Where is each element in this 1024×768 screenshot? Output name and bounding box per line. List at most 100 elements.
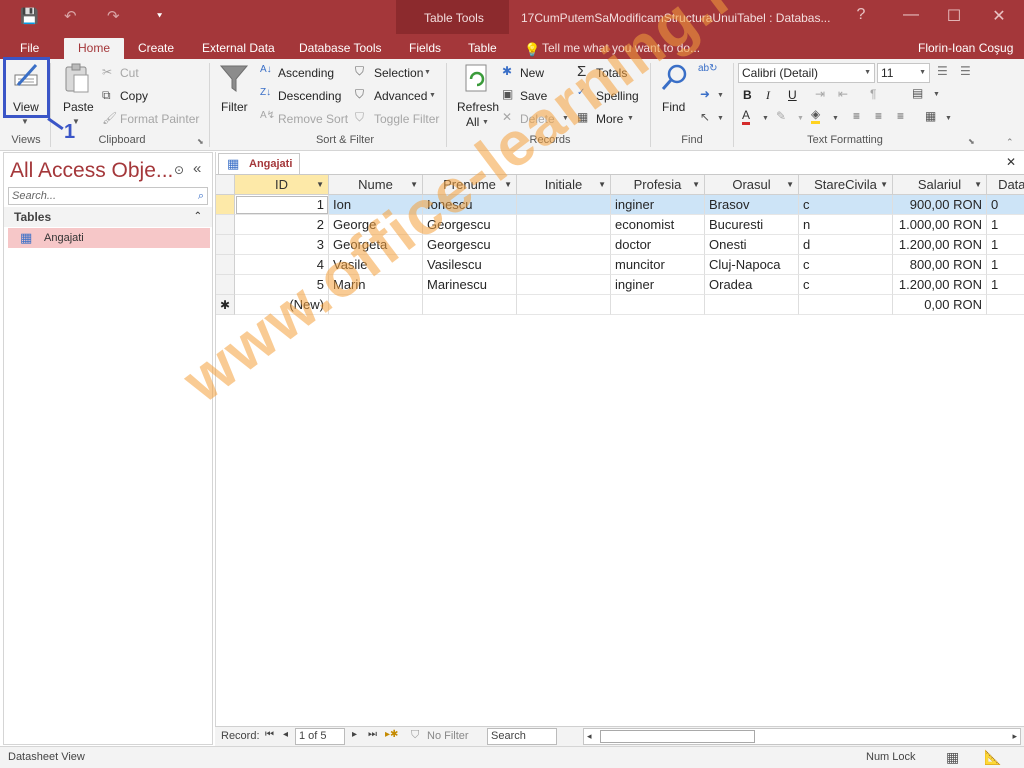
row-selector[interactable] bbox=[216, 215, 235, 235]
table-cell[interactable] bbox=[517, 255, 611, 275]
cut-button[interactable]: Cut bbox=[120, 66, 139, 80]
table-cell[interactable]: Vasilescu bbox=[423, 255, 517, 275]
chevron-down-icon[interactable]: ▼ bbox=[717, 115, 724, 122]
toggle-filter-icon[interactable]: ⛉ bbox=[355, 110, 364, 125]
nav-pane-menu-icon[interactable]: ⊙ bbox=[174, 163, 184, 177]
alternate-row-color-icon[interactable]: ▦ bbox=[925, 109, 936, 123]
table-cell[interactable]: 1 bbox=[987, 255, 1024, 275]
table-cell[interactable] bbox=[517, 275, 611, 295]
column-header[interactable]: Orasul ▼ bbox=[705, 175, 799, 195]
new-row-cell[interactable] bbox=[423, 295, 517, 315]
column-dropdown-icon[interactable]: ▼ bbox=[598, 175, 606, 194]
nav-search-input[interactable]: Search... ⌕ bbox=[8, 187, 208, 205]
close-window-button[interactable]: ✕ bbox=[984, 6, 1014, 26]
ascending-button[interactable]: Ascending bbox=[278, 66, 334, 80]
dialog-launcher-icon[interactable]: ⬊ bbox=[968, 137, 975, 146]
bold-button[interactable]: B bbox=[743, 88, 752, 102]
table-cell[interactable]: 0 bbox=[987, 195, 1024, 215]
advanced-button[interactable]: Advanced bbox=[374, 89, 427, 103]
chevron-down-icon[interactable]: ▼ bbox=[762, 115, 769, 122]
align-left-icon[interactable]: ≡ bbox=[853, 109, 860, 123]
font-name-select[interactable]: Calibri (Detail) ▼ bbox=[738, 63, 875, 83]
decrease-indent-icon[interactable]: ⇤ bbox=[838, 87, 848, 101]
toggle-filter-button[interactable]: Toggle Filter bbox=[374, 112, 439, 126]
underline-button[interactable]: U bbox=[788, 88, 797, 102]
column-dropdown-icon[interactable]: ▼ bbox=[692, 175, 700, 194]
table-cell[interactable]: Brasov bbox=[705, 195, 799, 215]
customize-qat-icon[interactable]: ⯆ bbox=[156, 11, 163, 22]
table-cell[interactable]: 1 bbox=[987, 215, 1024, 235]
chevron-down-icon[interactable]: ▼ bbox=[933, 91, 940, 98]
sort-ascending-icon[interactable]: A↓ bbox=[260, 64, 272, 75]
descending-button[interactable]: Descending bbox=[278, 89, 341, 103]
new-row-cell[interactable] bbox=[799, 295, 893, 315]
table-cell[interactable] bbox=[517, 195, 611, 215]
nav-item-angajati[interactable]: ▦ Angajati bbox=[8, 228, 210, 248]
remove-sort-button[interactable]: Remove Sort bbox=[278, 112, 348, 126]
paste-button[interactable]: Paste bbox=[63, 100, 94, 114]
cut-icon[interactable]: ✂ bbox=[102, 65, 112, 79]
new-row-cell[interactable] bbox=[611, 295, 705, 315]
scrollbar-thumb[interactable] bbox=[600, 730, 755, 743]
table-cell[interactable] bbox=[517, 235, 611, 255]
tab-external-data[interactable]: External Data bbox=[192, 38, 285, 59]
column-dropdown-icon[interactable]: ▼ bbox=[316, 175, 324, 194]
new-row-cell[interactable] bbox=[705, 295, 799, 315]
table-cell[interactable]: inginer bbox=[611, 275, 705, 295]
new-blank-record-icon[interactable]: ▸✱ bbox=[385, 729, 398, 740]
column-dropdown-icon[interactable]: ▼ bbox=[974, 175, 982, 194]
new-record-icon[interactable]: ✱ bbox=[502, 64, 512, 78]
column-dropdown-icon[interactable]: ▼ bbox=[786, 175, 794, 194]
numbering-icon[interactable]: ☰ bbox=[960, 64, 971, 78]
chevron-down-icon[interactable]: ▼ bbox=[717, 92, 724, 99]
table-cell[interactable]: 1 bbox=[987, 235, 1024, 255]
datasheet-view-icon[interactable]: ▦ bbox=[946, 749, 959, 766]
selection-button[interactable]: Selection bbox=[374, 66, 423, 80]
tab-file[interactable]: File bbox=[10, 38, 49, 59]
chevron-down-icon[interactable]: ▼ bbox=[627, 115, 634, 122]
table-cell[interactable]: 1 bbox=[987, 275, 1024, 295]
highlight-color-icon[interactable]: ✎ bbox=[776, 109, 786, 123]
shutter-bar-close-icon[interactable]: « bbox=[193, 160, 201, 177]
refresh-icon[interactable] bbox=[463, 63, 493, 98]
scroll-left-icon[interactable]: ◂ bbox=[587, 729, 592, 744]
current-record-input[interactable]: 1 of 5 bbox=[295, 728, 345, 745]
filter-icon[interactable] bbox=[219, 63, 249, 98]
fill-color-icon[interactable]: ◈ bbox=[811, 108, 821, 124]
tab-home[interactable]: Home bbox=[64, 38, 124, 59]
table-cell[interactable]: c bbox=[799, 255, 893, 275]
increase-indent-icon[interactable]: ⇥ bbox=[815, 87, 825, 101]
column-dropdown-icon[interactable]: ▼ bbox=[880, 175, 888, 194]
gridlines-icon[interactable]: ▤ bbox=[912, 86, 923, 100]
column-header[interactable]: Salariul ▼ bbox=[893, 175, 987, 195]
copy-icon[interactable]: ⧉ bbox=[102, 88, 111, 103]
new-record-button[interactable]: New bbox=[520, 66, 544, 80]
advanced-filter-icon[interactable]: ⛉ bbox=[355, 87, 364, 102]
font-color-icon[interactable]: A bbox=[742, 109, 751, 125]
tab-database-tools[interactable]: Database Tools bbox=[289, 38, 392, 59]
paste-icon[interactable] bbox=[62, 63, 92, 98]
table-cell[interactable]: inginer bbox=[611, 195, 705, 215]
no-filter-button[interactable]: No Filter bbox=[427, 730, 469, 742]
table-cell[interactable]: 1 bbox=[235, 195, 329, 215]
restore-button[interactable]: ☐ bbox=[939, 6, 969, 26]
dialog-launcher-icon[interactable]: ⬊ bbox=[197, 137, 204, 146]
table-cell[interactable]: 1.200,00 RON bbox=[893, 235, 987, 255]
bullets-icon[interactable]: ☰ bbox=[937, 64, 948, 78]
refresh-all-button[interactable]: Refresh bbox=[457, 100, 499, 114]
close-document-icon[interactable]: ✕ bbox=[1006, 155, 1016, 169]
remove-sort-icon[interactable]: A↯ bbox=[260, 110, 275, 121]
nav-group-tables[interactable]: Tables ⌃ bbox=[4, 207, 212, 227]
chevron-down-icon[interactable]: ▼ bbox=[945, 115, 952, 122]
last-record-icon[interactable]: ⏭ bbox=[368, 729, 377, 740]
format-painter-button[interactable]: Format Painter bbox=[120, 112, 199, 126]
chevron-down-icon[interactable]: ▼ bbox=[21, 117, 29, 126]
help-button[interactable]: ? bbox=[846, 6, 876, 24]
column-header[interactable]: Profesia ▼ bbox=[611, 175, 705, 195]
minimize-button[interactable]: — bbox=[896, 6, 926, 24]
table-cell[interactable]: c bbox=[799, 275, 893, 295]
save-record-icon[interactable]: ▣ bbox=[502, 87, 513, 101]
format-painter-icon[interactable]: 🖌 bbox=[102, 111, 117, 125]
row-selector[interactable] bbox=[216, 255, 235, 275]
font-size-select[interactable]: 11 ▼ bbox=[877, 63, 930, 83]
